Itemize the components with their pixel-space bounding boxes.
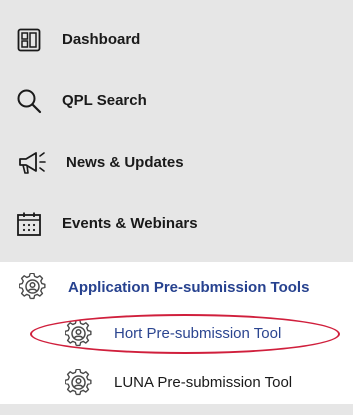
nav-item-label: Dashboard: [62, 31, 141, 48]
nav-item-label: News & Updates: [66, 154, 184, 171]
calendar-icon: [16, 211, 42, 237]
section-label: Application Pre-submission Tools: [68, 279, 310, 296]
nav-section-application-tools[interactable]: Application Pre-submission Tools: [0, 270, 353, 304]
tool-item-label: LUNA Pre-submission Tool: [114, 374, 293, 391]
tool-item-luna[interactable]: LUNA Pre-submission Tool: [40, 367, 340, 399]
nav-item-dashboard[interactable]: Dashboard: [0, 14, 353, 64]
dashboard-icon: [16, 27, 42, 53]
nav-item-events-webinars[interactable]: Events & Webinars: [0, 198, 353, 248]
sidebar-nav: Dashboard QPL Search News & Updates Even…: [0, 0, 353, 262]
gear-icon: [18, 272, 46, 300]
highlight-annotation: [30, 314, 340, 354]
nav-item-news-updates[interactable]: News & Updates: [0, 137, 353, 187]
megaphone-icon: [18, 150, 48, 176]
gear-icon: [64, 368, 92, 396]
bottom-divider: [0, 404, 353, 415]
nav-item-label: Events & Webinars: [62, 215, 198, 232]
nav-item-label: QPL Search: [62, 92, 147, 109]
search-icon: [16, 88, 42, 114]
nav-item-qpl-search[interactable]: QPL Search: [0, 75, 353, 125]
